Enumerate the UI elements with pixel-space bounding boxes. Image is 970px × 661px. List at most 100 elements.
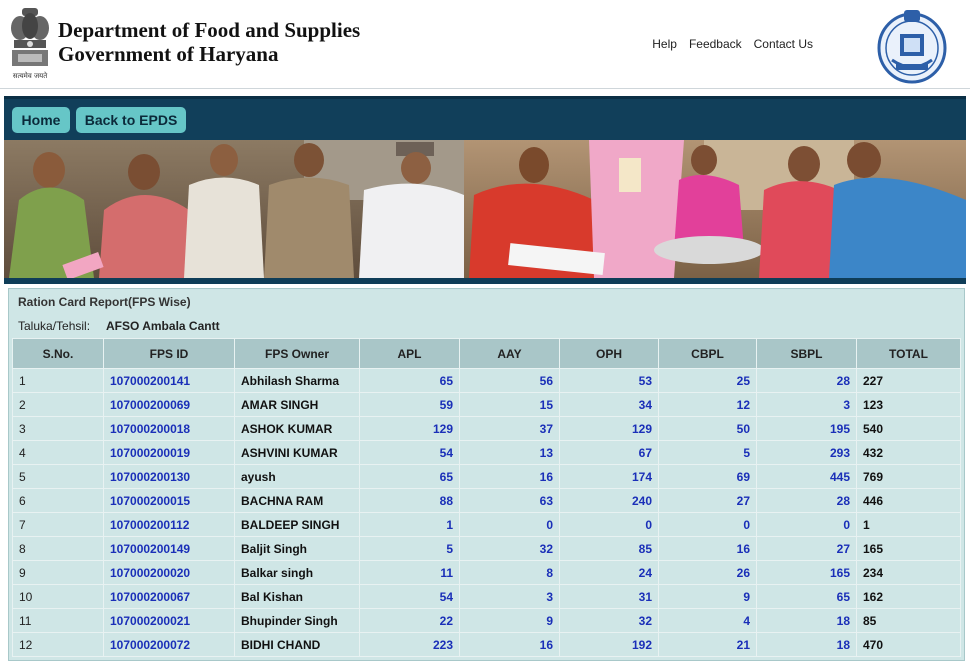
sno-cell: 3 xyxy=(12,416,104,441)
cbpl-link[interactable]: 69 xyxy=(658,464,757,489)
sno-cell: 4 xyxy=(12,440,104,465)
oph-link[interactable]: 174 xyxy=(559,464,659,489)
help-link[interactable]: Help xyxy=(652,37,677,51)
total-cell: 769 xyxy=(856,464,961,489)
oph-link[interactable]: 31 xyxy=(559,584,659,609)
fps-owner-cell: BALDEEP SINGH xyxy=(234,512,360,537)
fps-id-link[interactable]: 107000200069 xyxy=(103,392,235,417)
apl-link[interactable]: 1 xyxy=(359,512,460,537)
aay-link[interactable]: 9 xyxy=(459,608,560,633)
oph-link[interactable]: 129 xyxy=(559,416,659,441)
apl-link[interactable]: 223 xyxy=(359,632,460,657)
sbpl-link[interactable]: 0 xyxy=(756,512,857,537)
sbpl-link[interactable]: 28 xyxy=(756,488,857,513)
apl-link[interactable]: 22 xyxy=(359,608,460,633)
sno-cell: 6 xyxy=(12,488,104,513)
column-header-cbpl: CBPL xyxy=(658,338,757,369)
aay-link[interactable]: 0 xyxy=(459,512,560,537)
oph-link[interactable]: 85 xyxy=(559,536,659,561)
sbpl-link[interactable]: 195 xyxy=(756,416,857,441)
contact-us-link[interactable]: Contact Us xyxy=(754,37,813,51)
apl-link[interactable]: 65 xyxy=(359,368,460,393)
aay-link[interactable]: 37 xyxy=(459,416,560,441)
apl-link[interactable]: 59 xyxy=(359,392,460,417)
fps-id-link[interactable]: 107000200020 xyxy=(103,560,235,585)
sbpl-link[interactable]: 3 xyxy=(756,392,857,417)
cbpl-link[interactable]: 21 xyxy=(658,632,757,657)
column-header-fps-owner: FPS Owner xyxy=(234,338,360,369)
feedback-link[interactable]: Feedback xyxy=(689,37,742,51)
cbpl-link[interactable]: 16 xyxy=(658,536,757,561)
aay-link[interactable]: 13 xyxy=(459,440,560,465)
aay-link[interactable]: 63 xyxy=(459,488,560,513)
aay-link[interactable]: 16 xyxy=(459,632,560,657)
fps-id-link[interactable]: 107000200015 xyxy=(103,488,235,513)
apl-link[interactable]: 5 xyxy=(359,536,460,561)
sbpl-link[interactable]: 27 xyxy=(756,536,857,561)
sno-cell: 9 xyxy=(12,560,104,585)
cbpl-link[interactable]: 4 xyxy=(658,608,757,633)
aay-link[interactable]: 3 xyxy=(459,584,560,609)
sbpl-link[interactable]: 293 xyxy=(756,440,857,465)
fps-id-link[interactable]: 107000200019 xyxy=(103,440,235,465)
navigation-bar: Home Back to EPDS xyxy=(4,96,966,143)
cbpl-link[interactable]: 9 xyxy=(658,584,757,609)
table-row: 12 107000200072 BIDHI CHAND 223 16 192 21 18 470 xyxy=(12,632,961,657)
sbpl-link[interactable]: 445 xyxy=(756,464,857,489)
cbpl-link[interactable]: 5 xyxy=(658,440,757,465)
apl-link[interactable]: 65 xyxy=(359,464,460,489)
table-row: 11 107000200021 Bhupinder Singh 22 9 32 4 18 85 xyxy=(12,608,961,633)
cbpl-link[interactable]: 25 xyxy=(658,368,757,393)
sbpl-link[interactable]: 65 xyxy=(756,584,857,609)
aay-link[interactable]: 8 xyxy=(459,560,560,585)
sbpl-link[interactable]: 18 xyxy=(756,608,857,633)
taluka-row: Taluka/Tehsil: AFSO Ambala Cantt xyxy=(18,319,220,333)
aay-link[interactable]: 15 xyxy=(459,392,560,417)
fps-id-link[interactable]: 107000200149 xyxy=(103,536,235,561)
apl-link[interactable]: 88 xyxy=(359,488,460,513)
oph-link[interactable]: 240 xyxy=(559,488,659,513)
oph-link[interactable]: 34 xyxy=(559,392,659,417)
oph-link[interactable]: 0 xyxy=(559,512,659,537)
cbpl-link[interactable]: 50 xyxy=(658,416,757,441)
fps-owner-cell: BIDHI CHAND xyxy=(234,632,360,657)
fps-id-link[interactable]: 107000200141 xyxy=(103,368,235,393)
aay-link[interactable]: 56 xyxy=(459,368,560,393)
sbpl-link[interactable]: 18 xyxy=(756,632,857,657)
fps-id-link[interactable]: 107000200018 xyxy=(103,416,235,441)
fps-id-link[interactable]: 107000200130 xyxy=(103,464,235,489)
apl-link[interactable]: 54 xyxy=(359,584,460,609)
table-row: 2 107000200069 AMAR SINGH 59 15 34 12 3 123 xyxy=(12,392,961,417)
fps-owner-cell: AMAR SINGH xyxy=(234,392,360,417)
fps-id-link[interactable]: 107000200067 xyxy=(103,584,235,609)
oph-link[interactable]: 32 xyxy=(559,608,659,633)
column-header-oph: OPH xyxy=(559,338,659,369)
page-title: Department of Food and Supplies Governme… xyxy=(58,18,360,66)
home-button[interactable]: Home xyxy=(12,107,70,133)
cbpl-link[interactable]: 0 xyxy=(658,512,757,537)
oph-link[interactable]: 53 xyxy=(559,368,659,393)
sno-cell: 2 xyxy=(12,392,104,417)
total-cell: 162 xyxy=(856,584,961,609)
apl-link[interactable]: 54 xyxy=(359,440,460,465)
aay-link[interactable]: 32 xyxy=(459,536,560,561)
svg-text:सत्यमेव जयते: सत्यमेव जयते xyxy=(13,71,48,80)
oph-link[interactable]: 67 xyxy=(559,440,659,465)
apl-link[interactable]: 11 xyxy=(359,560,460,585)
sno-cell: 10 xyxy=(12,584,104,609)
aay-link[interactable]: 16 xyxy=(459,464,560,489)
fps-id-link[interactable]: 107000200112 xyxy=(103,512,235,537)
cbpl-link[interactable]: 26 xyxy=(658,560,757,585)
fps-id-link[interactable]: 107000200021 xyxy=(103,608,235,633)
cbpl-link[interactable]: 12 xyxy=(658,392,757,417)
oph-link[interactable]: 192 xyxy=(559,632,659,657)
oph-link[interactable]: 24 xyxy=(559,560,659,585)
cbpl-link[interactable]: 27 xyxy=(658,488,757,513)
total-cell: 234 xyxy=(856,560,961,585)
fps-id-link[interactable]: 107000200072 xyxy=(103,632,235,657)
apl-link[interactable]: 129 xyxy=(359,416,460,441)
sbpl-link[interactable]: 28 xyxy=(756,368,857,393)
sbpl-link[interactable]: 165 xyxy=(756,560,857,585)
back-to-epds-button[interactable]: Back to EPDS xyxy=(76,107,186,133)
title-line-1: Department of Food and Supplies xyxy=(58,18,361,42)
